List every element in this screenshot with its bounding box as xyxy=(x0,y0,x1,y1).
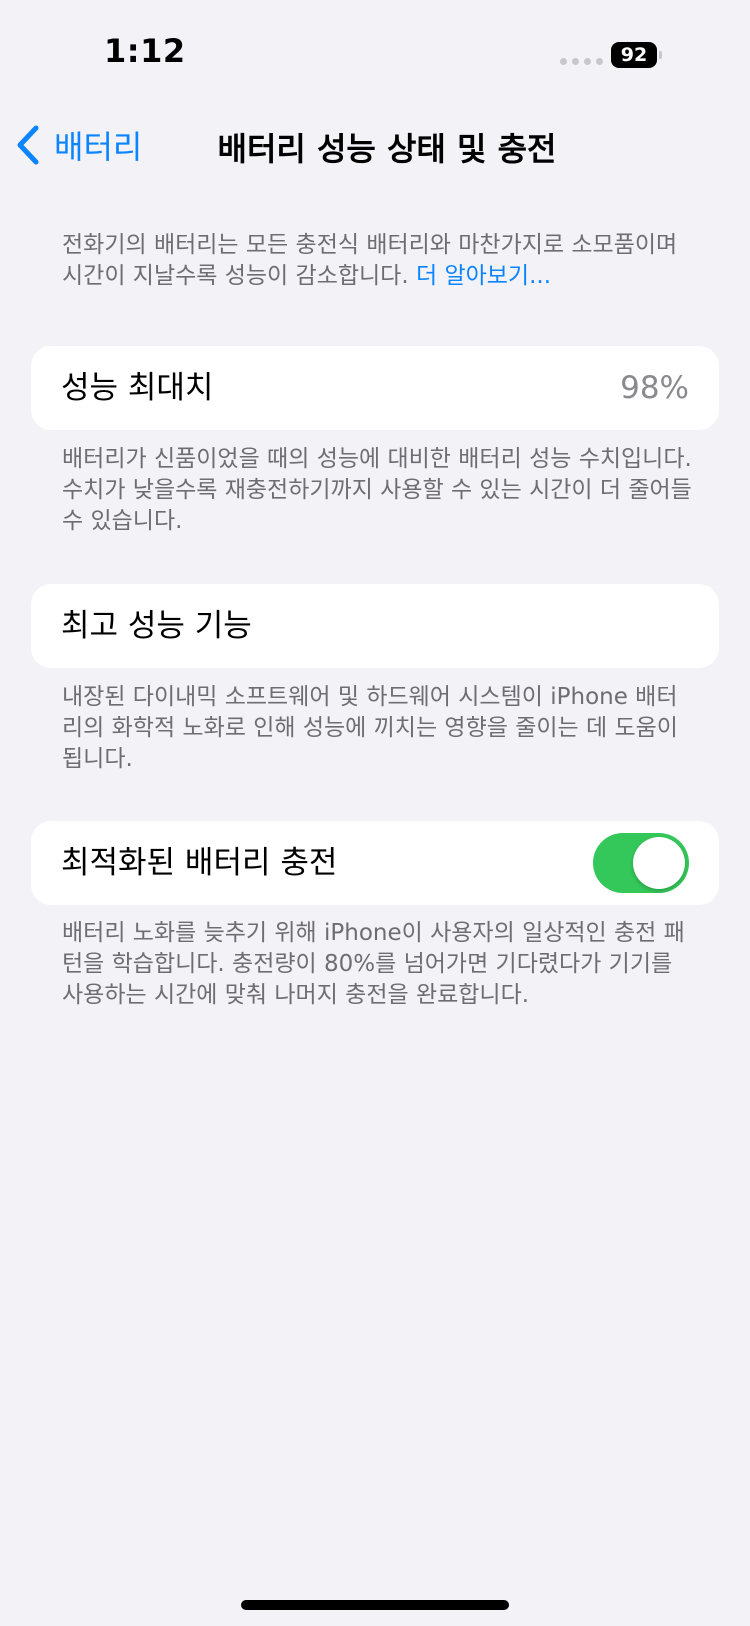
toggle-knob xyxy=(633,837,685,889)
maximum-capacity-row: 성능 최대치 98% xyxy=(31,346,719,430)
learn-more-link[interactable]: 더 알아보기... xyxy=(416,263,551,289)
optimized-charging-row: 최적화된 배터리 충전 xyxy=(31,821,719,905)
peak-performance-footnote: 내장된 다이내믹 소프트웨어 및 하드웨어 시스템이 iPhone 배터리의 화… xyxy=(62,684,678,772)
maximum-capacity-value: 98% xyxy=(620,370,689,406)
peak-performance-row: 최고 성능 기능 xyxy=(31,584,719,668)
optimized-charging-label: 최적화된 배터리 충전 xyxy=(61,845,338,881)
battery-nub xyxy=(659,51,662,59)
maximum-capacity-footnote: 배터리가 신품이었을 때의 성능에 대비한 배터리 성능 수치입니다. 수치가 … xyxy=(62,446,692,534)
status-time: 1:12 xyxy=(104,32,186,70)
battery-icon: 92 xyxy=(611,42,657,68)
peak-performance-label: 최고 성능 기능 xyxy=(61,608,252,644)
page-title: 배터리 성능 상태 및 충전 xyxy=(217,130,557,168)
intro-text: 전화기의 배터리는 모든 충전식 배터리와 마찬가지로 소모품이며 시간이 지날… xyxy=(62,230,692,292)
navigation-bar: 배터리 배터리 성능 상태 및 충전 xyxy=(0,110,750,180)
intro-description: 전화기의 배터리는 모든 충전식 배터리와 마찬가지로 소모품이며 시간이 지날… xyxy=(62,232,678,289)
status-bar: 1:12 92 xyxy=(0,0,750,110)
optimized-charging-toggle[interactable] xyxy=(593,833,689,893)
home-indicator[interactable] xyxy=(241,1600,509,1610)
signal-strength-icon xyxy=(560,58,603,65)
optimized-charging-footnote: 배터리 노화를 늦추기 위해 iPhone이 사용자의 일상적인 충전 패턴을 … xyxy=(62,920,685,1008)
maximum-capacity-label: 성능 최대치 xyxy=(61,370,214,406)
